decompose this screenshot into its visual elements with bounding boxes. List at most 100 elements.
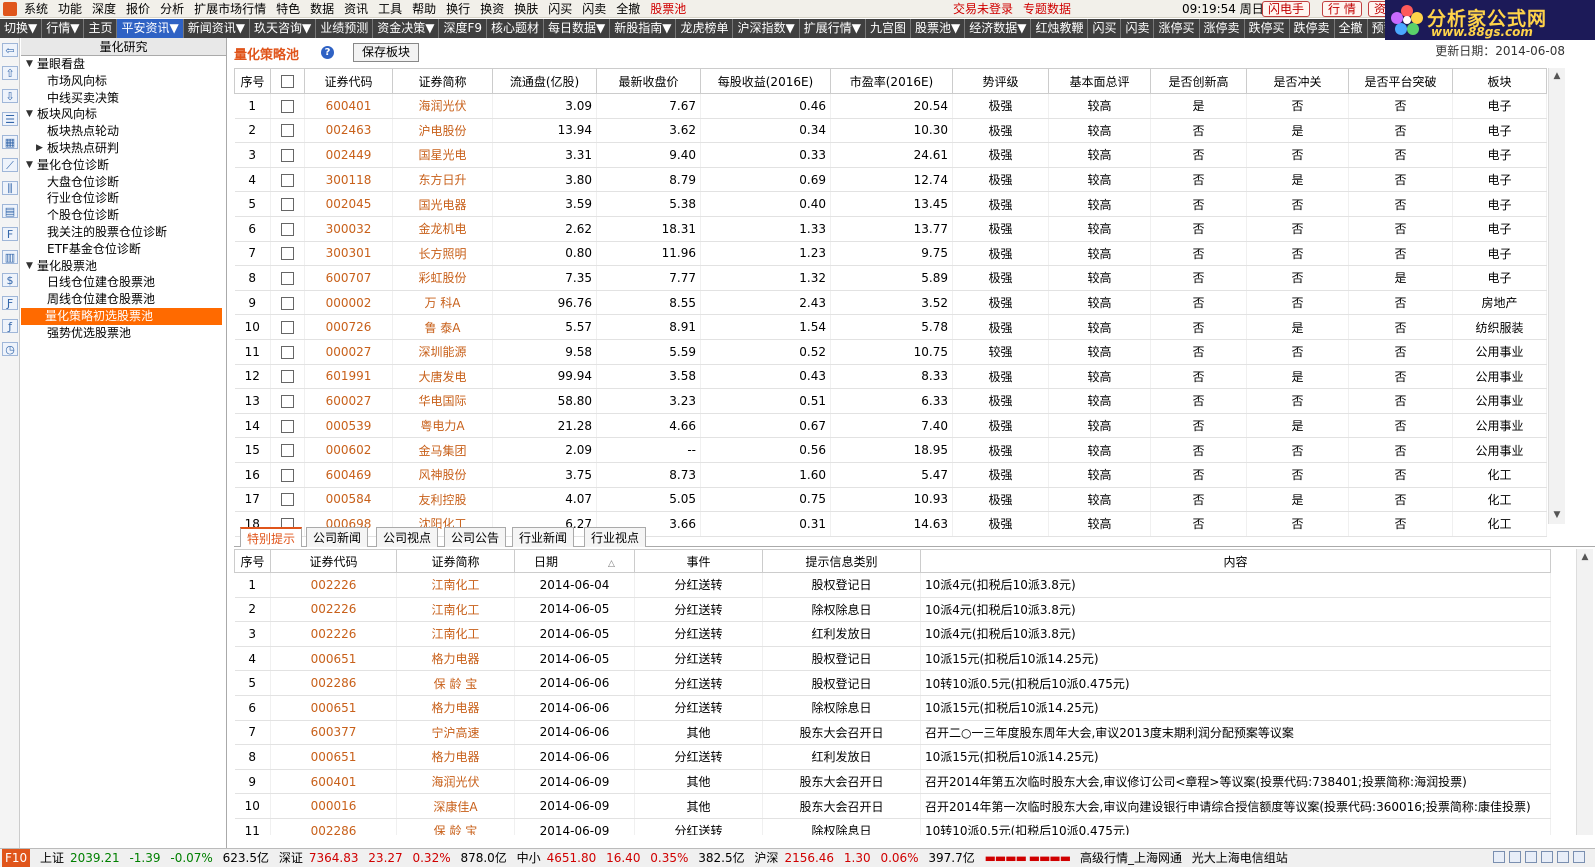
tree-node[interactable]: 周线仓位建仓股票池 <box>21 291 226 308</box>
stock-code[interactable]: 002463 <box>304 118 393 144</box>
column-header[interactable] <box>270 68 305 94</box>
toolbar-item[interactable]: 闪卖 <box>1121 19 1155 38</box>
toolbar-item[interactable]: 平安资讯▼ <box>117 19 184 38</box>
table-row[interactable]: 4 000651 格力电器 2014-06-05 分红送转 股权登记日 10派15元(扣税后… <box>234 646 1551 672</box>
menu-item[interactable]: 换资 <box>475 0 509 17</box>
stock-name[interactable]: 宁沪高速 <box>396 720 515 746</box>
table-row[interactable]: 12 601991 大唐发电 99.94 3.58 0.43 8.33 极强 较高否是否公用事业 <box>234 364 1547 390</box>
table-row[interactable]: 15 000602 金马集团 2.09 -- 0.56 18.95 极强 较高否否否公用事业 <box>234 437 1547 463</box>
scroll-up-icon[interactable]: ▲ <box>1577 549 1593 566</box>
toolbar-item[interactable]: 红烛教鞭 <box>1031 19 1089 38</box>
row-checkbox[interactable] <box>281 296 294 310</box>
tree-node[interactable]: 板块热点轮动 <box>21 123 226 140</box>
f10-button[interactable]: F10 <box>2 849 31 867</box>
toolbar-item[interactable]: 每日数据▼ <box>544 19 611 38</box>
stock-name[interactable]: 沪电股份 <box>392 118 493 144</box>
table-icon[interactable]: ▤ <box>2 204 18 218</box>
toolbar-item[interactable]: 涨停买 <box>1154 19 1200 38</box>
menu-item[interactable]: 报价 <box>121 0 155 17</box>
stock-code[interactable]: 000651 <box>270 646 397 672</box>
menu-item[interactable]: 数据 <box>305 0 339 17</box>
toolbar-item[interactable]: 跌停买 <box>1245 19 1290 38</box>
up-arrow-icon[interactable]: ⇧ <box>2 66 18 80</box>
menu-item[interactable]: 闪卖 <box>577 0 611 17</box>
toolbar-item[interactable]: 涨停卖 <box>1200 19 1245 38</box>
tree-node[interactable]: 强势优选股票池 <box>21 325 226 342</box>
toolbar-item[interactable]: 跌停卖 <box>1290 19 1335 38</box>
scroll-down-icon[interactable]: ▼ <box>1549 507 1565 524</box>
toolbar-item[interactable]: 新股指南▼ <box>610 19 677 38</box>
row-checkbox[interactable] <box>281 444 294 458</box>
stock-code[interactable]: 600401 <box>270 769 397 795</box>
column-header[interactable]: 最新收盘价 <box>596 68 701 94</box>
stock-code[interactable]: 300301 <box>304 241 393 267</box>
table-row[interactable]: 17 000584 友利控股 4.07 5.05 0.75 10.93 极强 较高否是否化工 <box>234 487 1547 513</box>
table-row[interactable]: 10 000726 鲁 泰A 5.57 8.91 1.54 5.78 极强 较高否是否纺织服装 <box>234 314 1547 340</box>
back-arrow-icon[interactable]: ⇦ <box>2 43 18 57</box>
column-header[interactable]: 市盈率(2016E) <box>830 68 953 94</box>
fiz-icon[interactable]: Ƒ <box>2 296 18 310</box>
stock-name[interactable]: 格力电器 <box>396 695 515 721</box>
table-row[interactable]: 5 002045 国光电器 3.59 5.38 0.40 13.45 极强 较高否否否电子 <box>234 191 1547 217</box>
toolbar-item[interactable]: 全撤 <box>1335 19 1368 38</box>
column-header[interactable]: 序号 <box>234 68 271 94</box>
stock-name[interactable]: 彩虹股份 <box>392 265 493 291</box>
stock-name[interactable]: 海润光伏 <box>392 93 493 119</box>
tree-node[interactable]: ▼ 量化仓位诊断 <box>21 157 226 174</box>
row-checkbox[interactable] <box>281 419 294 433</box>
tree-node[interactable]: 市场风向标 <box>21 73 226 90</box>
stock-code[interactable]: 000002 <box>304 290 393 316</box>
window-icon[interactable] <box>1509 851 1521 863</box>
events-scrollbar[interactable]: ▲ <box>1576 549 1593 835</box>
quick-button[interactable]: 行 情 <box>1322 1 1362 17</box>
table-row[interactable]: 7 300301 长方照明 0.80 11.96 1.23 9.75 极强 较高否否否电子 <box>234 241 1547 267</box>
finance-icon[interactable]: $ <box>2 273 18 287</box>
toolbar-item[interactable]: 行情▼ <box>42 19 85 38</box>
tree-node[interactable]: 我关注的股票仓位诊断 <box>21 224 226 241</box>
table-row[interactable]: 11 002286 保 龄 宝 2014-06-09 分红送转 除权除息日 10转10派0.… <box>234 818 1551 835</box>
tree-node[interactable]: 量化策略初选股票池 <box>21 307 226 325</box>
tree-arrow-icon[interactable]: ▼ <box>26 258 36 275</box>
tree-node[interactable]: 大盘仓位诊断 <box>21 174 226 191</box>
column-header[interactable]: 是否创新高 <box>1150 68 1247 94</box>
toolbar-item[interactable]: 龙虎榜单 <box>676 19 734 38</box>
column-header[interactable]: 势评级 <box>952 68 1049 94</box>
row-checkbox[interactable] <box>281 247 294 261</box>
tab-4[interactable]: 行业新闻 <box>512 527 575 547</box>
column-header[interactable]: 事件 <box>634 549 763 573</box>
report-icon[interactable]: ▥ <box>2 250 18 264</box>
table-row[interactable]: 6 000651 格力电器 2014-06-06 分红送转 除权除息日 10派15元(扣税后… <box>234 695 1551 721</box>
menu-item[interactable]: 资讯 <box>339 0 373 17</box>
table-row[interactable]: 8 000651 格力电器 2014-06-06 分红送转 红利发放日 10派15元(扣税后… <box>234 744 1551 770</box>
stock-name[interactable]: 深圳能源 <box>392 339 493 365</box>
table-row[interactable]: 4 300118 东方日升 3.80 8.79 0.69 12.74 极强 较高否是否电子 <box>234 167 1547 193</box>
stock-name[interactable]: 金马集团 <box>392 437 493 463</box>
stock-name[interactable]: 国星光电 <box>392 142 493 168</box>
stock-name[interactable]: 格力电器 <box>396 646 515 672</box>
tree-arrow-icon[interactable]: ▼ <box>26 56 36 73</box>
column-header[interactable]: 流通盘(亿股) <box>492 68 597 94</box>
table-row[interactable]: 14 000539 粤电力A 21.28 4.66 0.67 7.40 极强 较高否是否公用事业 <box>234 413 1547 439</box>
tree-arrow-icon[interactable]: ▼ <box>26 157 36 174</box>
stock-code[interactable]: 000602 <box>304 437 393 463</box>
table-row[interactable]: 10 000016 深康佳A 2014-06-09 其他 股东大会召开日 召开2014年第一… <box>234 793 1551 819</box>
scroll-up-icon[interactable]: ▲ <box>1549 68 1565 85</box>
save-sector-button[interactable]: 保存板块 <box>353 43 419 62</box>
column-header[interactable]: 证券代码 <box>304 68 393 94</box>
stock-name[interactable]: 粤电力A <box>392 413 493 439</box>
stock-name[interactable]: 国光电器 <box>392 191 493 217</box>
refresh-icon[interactable] <box>1493 851 1505 863</box>
tree-node[interactable]: ETF基金仓位诊断 <box>21 241 226 258</box>
toolbar-item[interactable]: 业绩预测 <box>316 19 374 38</box>
tree-node[interactable]: 中线买卖决策 <box>21 90 226 107</box>
tab-3[interactable]: 公司公告 <box>444 527 507 547</box>
stock-code[interactable]: 600401 <box>304 93 393 119</box>
stock-name[interactable]: 万 科A <box>392 290 493 316</box>
table-row[interactable]: 3 002449 国星光电 3.31 9.40 0.33 24.61 极强 较高否否否电子 <box>234 142 1547 168</box>
row-checkbox[interactable] <box>281 222 294 236</box>
stock-code[interactable]: 000016 <box>270 793 397 819</box>
tree-node[interactable]: 日线仓位建仓股票池 <box>21 274 226 291</box>
toolbar-item[interactable]: 玖天咨询▼ <box>250 19 317 38</box>
tab-2[interactable]: 公司视点 <box>376 527 439 547</box>
menu-item[interactable]: 股票池 <box>645 0 691 17</box>
